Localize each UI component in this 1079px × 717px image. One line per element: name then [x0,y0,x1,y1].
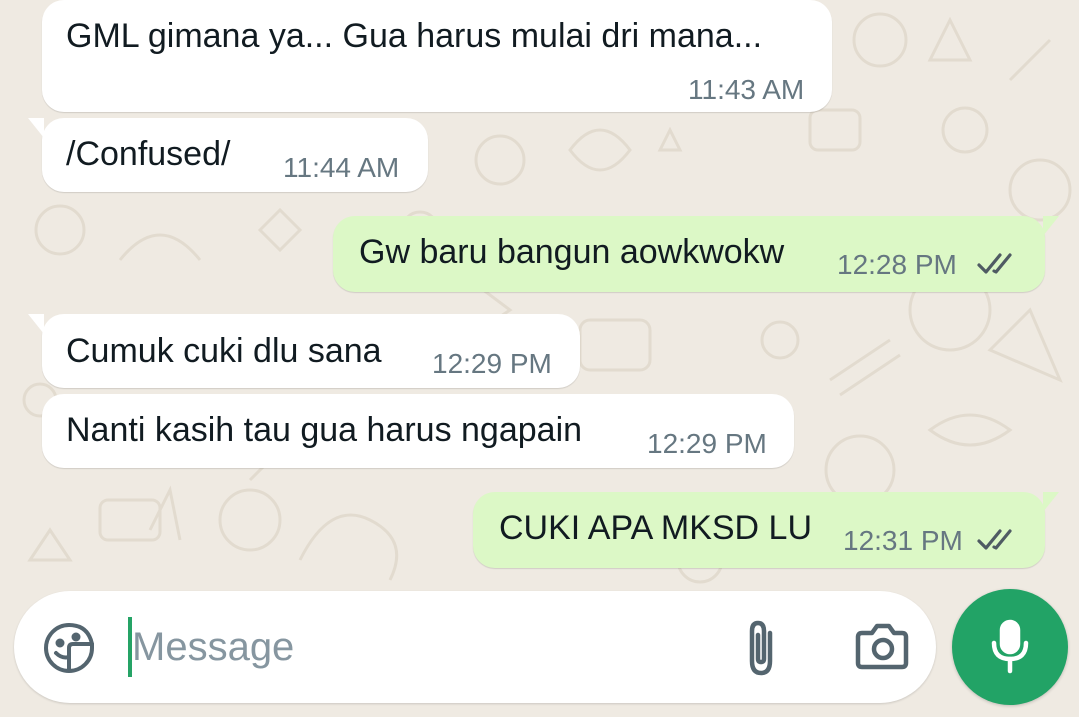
message-bubble-incoming[interactable]: GML gimana ya... Gua harus mulai dri man… [42,0,832,112]
message-timestamp: 12:28 PM [837,249,957,280]
message-timestamp: 12:29 PM [432,348,552,379]
bubble-tail [1043,492,1059,512]
microphone-icon [991,619,1029,674]
message-bubble-outgoing[interactable]: CUKI APA MKSD LU 12:31 PM [473,492,1059,568]
camera-icon[interactable] [854,623,910,671]
message-composer [14,591,936,703]
message-bubble-incoming[interactable]: /Confused/ 11:44 AM [28,118,428,192]
message-text: /Confused/ [66,135,231,173]
message-timestamp: 11:43 AM [688,74,805,105]
message-bubble-incoming[interactable]: Nanti kasih tau gua harus ngapain 12:29 … [42,394,794,468]
bubble-tail [28,314,44,334]
message-text: CUKI APA MKSD LU [499,509,813,547]
message-timestamp: 12:29 PM [647,428,767,459]
bubble-tail [1043,216,1059,236]
message-timestamp: 12:31 PM [843,525,963,556]
message-timestamp: 11:44 AM [283,152,400,183]
sticker-icon[interactable] [42,621,96,675]
double-check-icon [977,529,1012,550]
message-bubble-outgoing[interactable]: Gw baru bangun aowkwokw 12:28 PM [333,216,1059,292]
message-input[interactable] [132,617,692,677]
microphone-button[interactable] [952,589,1068,705]
paperclip-icon[interactable] [742,619,782,677]
message-text: Cumuk cuki dlu sana [66,332,382,370]
message-text: GML gimana ya... Gua harus mulai dri man… [66,17,763,55]
message-text: Nanti kasih tau gua harus ngapain [66,411,583,449]
message-bubble-incoming[interactable]: Cumuk cuki dlu sana 12:29 PM [28,314,580,388]
bubble-tail [28,118,44,138]
double-check-icon [977,253,1012,274]
message-text: Gw baru bangun aowkwokw [359,233,785,271]
